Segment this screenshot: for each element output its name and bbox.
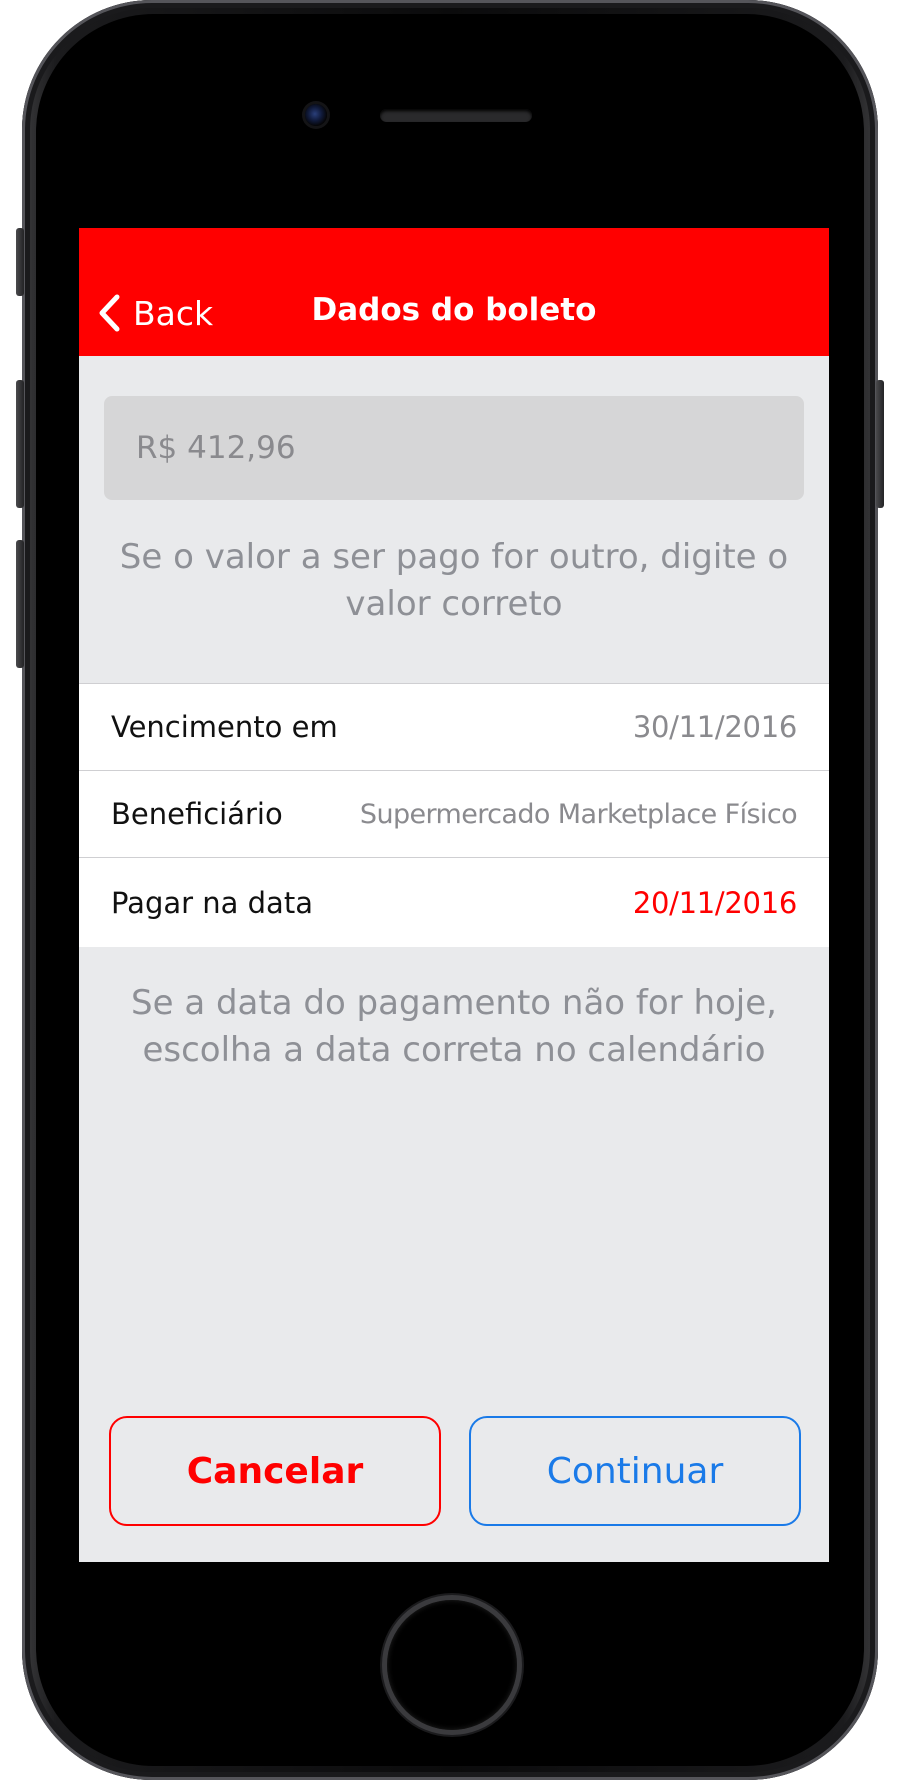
app-screen: Back Dados do boleto Se o valor a ser pa… (79, 228, 829, 1562)
page-title: Dados do boleto (311, 292, 597, 328)
beneficiary-value: Supermercado Marketplace Físico (359, 798, 798, 830)
payment-date-hint: Se a data do pagamento não for hoje, esc… (131, 983, 777, 1070)
payment-date-row[interactable]: Pagar na data 20/11/2016 (79, 858, 829, 947)
volume-up-button (16, 380, 24, 508)
front-camera (305, 104, 327, 126)
navigation-bar: Back Dados do boleto (79, 228, 829, 356)
home-button[interactable] (387, 1600, 517, 1730)
mute-switch (16, 228, 24, 296)
volume-down-button (16, 540, 24, 668)
beneficiary-row: Beneficiário Supermercado Marketplace Fí… (79, 771, 829, 858)
due-date-value: 30/11/2016 (632, 710, 797, 744)
payment-date-label: Pagar na data (111, 885, 313, 920)
power-button (876, 380, 884, 508)
amount-input[interactable] (104, 396, 804, 500)
continue-button[interactable]: Continuar (469, 1416, 801, 1526)
boleto-details-list: Vencimento em 30/11/2016 Beneficiário Su… (79, 683, 829, 947)
due-date-label: Vencimento em (111, 710, 338, 744)
payment-date-value[interactable]: 20/11/2016 (633, 886, 797, 920)
amount-hint: Se o valor a ser pago for outro, digite … (119, 537, 789, 624)
cancel-button[interactable]: Cancelar (109, 1416, 441, 1526)
due-date-row: Vencimento em 30/11/2016 (79, 684, 829, 771)
beneficiary-label: Beneficiário (111, 797, 283, 831)
earpiece-speaker (380, 109, 532, 122)
